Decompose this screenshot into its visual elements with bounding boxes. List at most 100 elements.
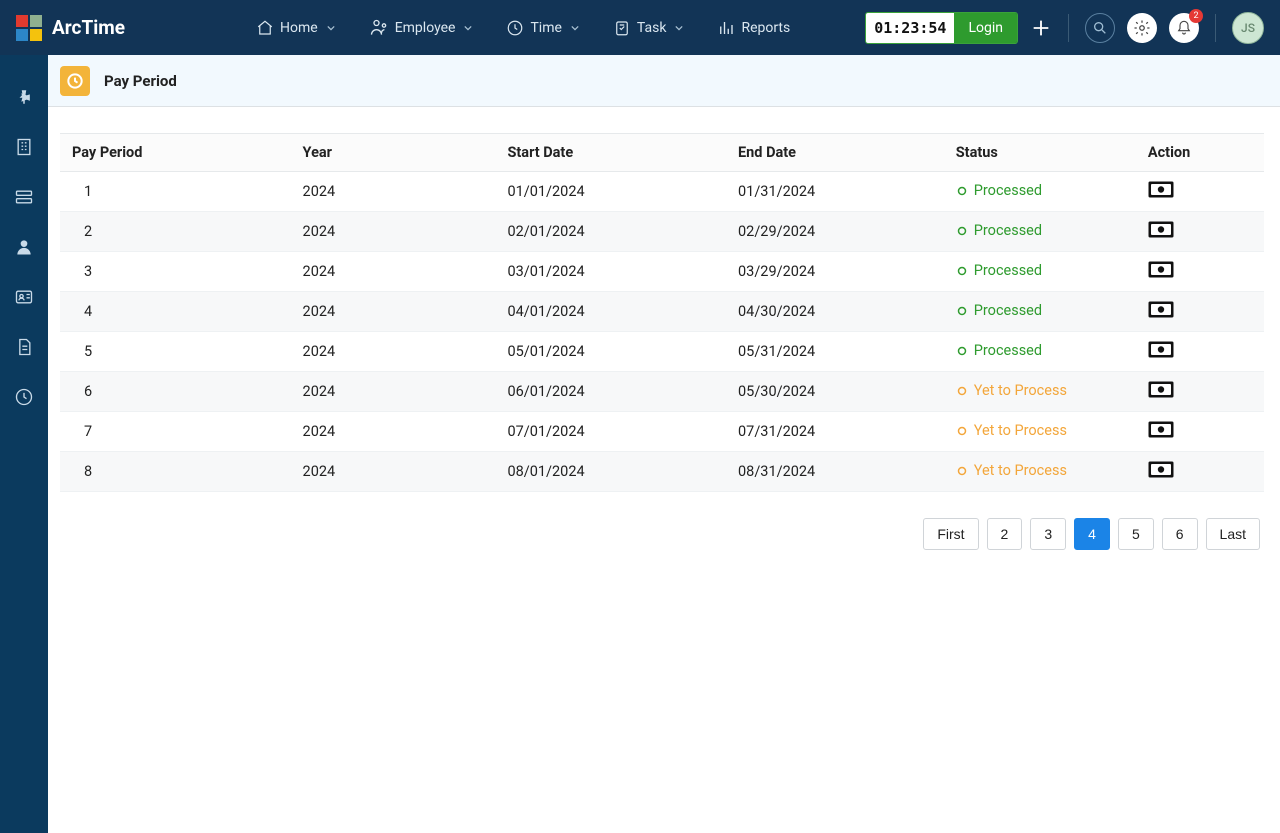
page-number-button[interactable]: 4 <box>1074 518 1110 550</box>
timer-value: 01:23:54 <box>866 13 954 43</box>
cell-start-date: 08/01/2024 <box>495 452 726 492</box>
sidebar-item-data[interactable] <box>12 185 36 209</box>
cell-year: 2024 <box>291 412 496 452</box>
status-badge: Processed <box>956 222 1042 239</box>
chevron-down-icon <box>327 24 335 32</box>
page-number-button[interactable]: 5 <box>1118 518 1154 550</box>
th-action: Action <box>1136 134 1264 172</box>
status-badge: Processed <box>956 342 1042 359</box>
sidebar-item-pin[interactable] <box>12 85 36 109</box>
status-badge: Yet to Process <box>956 382 1067 399</box>
payment-action-button[interactable] <box>1148 261 1174 278</box>
nav-task-label: Task <box>637 20 667 36</box>
cell-action <box>1136 332 1264 372</box>
cell-end-date: 05/30/2024 <box>726 372 944 412</box>
payment-action-button[interactable] <box>1148 301 1174 318</box>
nav-reports[interactable]: Reports <box>717 19 790 37</box>
sidebar <box>0 55 48 833</box>
page-header-icon <box>60 66 90 96</box>
chevron-down-icon <box>675 24 683 32</box>
nav-time[interactable]: Time <box>506 19 578 37</box>
nav-home[interactable]: Home <box>256 19 335 37</box>
login-button[interactable]: Login <box>954 13 1017 43</box>
cell-pay-period: 7 <box>60 412 291 452</box>
main-nav: Home Employee Time Task Reports <box>256 18 865 38</box>
status-circle-icon <box>956 425 968 437</box>
status-badge: Processed <box>956 182 1042 199</box>
payment-action-button[interactable] <box>1148 341 1174 358</box>
document-icon <box>14 337 34 357</box>
clock-icon <box>65 71 85 91</box>
cell-year: 2024 <box>291 332 496 372</box>
server-icon <box>14 187 34 207</box>
status-circle-icon <box>956 185 968 197</box>
sidebar-item-doc[interactable] <box>12 335 36 359</box>
cell-end-date: 07/31/2024 <box>726 412 944 452</box>
sidebar-item-company[interactable] <box>12 135 36 159</box>
cell-pay-period: 6 <box>60 372 291 412</box>
employee-icon <box>369 18 389 38</box>
topbar-right: 01:23:54 Login 2 JS <box>865 12 1264 44</box>
add-button[interactable] <box>1030 17 1052 39</box>
cell-start-date: 07/01/2024 <box>495 412 726 452</box>
id-card-icon <box>14 287 34 307</box>
table-row: 3202403/01/202403/29/2024Processed <box>60 252 1264 292</box>
th-status: Status <box>944 134 1136 172</box>
chevron-down-icon <box>464 24 472 32</box>
money-icon <box>1148 421 1174 438</box>
cell-year: 2024 <box>291 172 496 212</box>
payment-action-button[interactable] <box>1148 221 1174 238</box>
payment-action-button[interactable] <box>1148 381 1174 398</box>
clock-icon <box>14 387 34 407</box>
cell-pay-period: 3 <box>60 252 291 292</box>
user-icon <box>14 237 34 257</box>
cell-action <box>1136 452 1264 492</box>
main-content: Pay Period Pay Period Year Start Date En… <box>48 55 1280 833</box>
cell-pay-period: 1 <box>60 172 291 212</box>
search-icon <box>1092 20 1108 36</box>
cell-status: Yet to Process <box>944 372 1136 412</box>
th-start: Start Date <box>495 134 726 172</box>
cell-year: 2024 <box>291 212 496 252</box>
clock-icon <box>506 19 524 37</box>
page-number-button[interactable]: 6 <box>1162 518 1198 550</box>
nav-employee[interactable]: Employee <box>369 18 473 38</box>
status-circle-icon <box>956 265 968 277</box>
cell-year: 2024 <box>291 452 496 492</box>
separator <box>1215 14 1216 42</box>
page-first-button[interactable]: First <box>923 518 978 550</box>
avatar[interactable]: JS <box>1232 12 1264 44</box>
nav-task[interactable]: Task <box>613 19 684 37</box>
status-badge: Yet to Process <box>956 422 1067 439</box>
sidebar-item-id[interactable] <box>12 285 36 309</box>
cell-action <box>1136 372 1264 412</box>
page-title: Pay Period <box>104 72 177 90</box>
timer-login: 01:23:54 Login <box>865 12 1018 44</box>
search-button[interactable] <box>1085 13 1115 43</box>
nav-home-label: Home <box>280 20 318 36</box>
reports-icon <box>717 19 735 37</box>
page-number-button[interactable]: 3 <box>1030 518 1066 550</box>
sidebar-item-time[interactable] <box>12 385 36 409</box>
pin-icon <box>15 88 33 106</box>
cell-status: Processed <box>944 212 1136 252</box>
gear-icon <box>1133 19 1151 37</box>
status-circle-icon <box>956 385 968 397</box>
money-icon <box>1148 381 1174 398</box>
brand-name: ArcTime <box>52 16 125 39</box>
page-number-button[interactable]: 2 <box>987 518 1023 550</box>
payment-action-button[interactable] <box>1148 181 1174 198</box>
settings-button[interactable] <box>1127 13 1157 43</box>
table-row: 4202404/01/202404/30/2024Processed <box>60 292 1264 332</box>
notifications-button[interactable]: 2 <box>1169 13 1199 43</box>
cell-end-date: 08/31/2024 <box>726 452 944 492</box>
page-last-button[interactable]: Last <box>1206 518 1260 550</box>
cell-end-date: 01/31/2024 <box>726 172 944 212</box>
payment-action-button[interactable] <box>1148 421 1174 438</box>
payment-action-button[interactable] <box>1148 461 1174 478</box>
sidebar-item-user[interactable] <box>12 235 36 259</box>
status-badge: Processed <box>956 302 1042 319</box>
cell-year: 2024 <box>291 292 496 332</box>
pay-period-table: Pay Period Year Start Date End Date Stat… <box>60 133 1264 492</box>
status-circle-icon <box>956 305 968 317</box>
